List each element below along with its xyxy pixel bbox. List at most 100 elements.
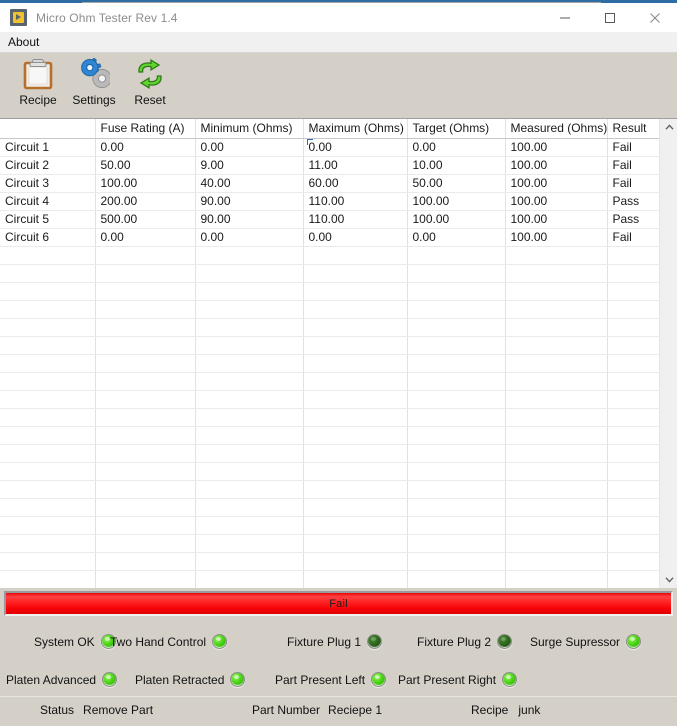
cell-maximum-empty[interactable] xyxy=(303,462,408,481)
cell-circuit[interactable]: Circuit 1 xyxy=(0,138,96,157)
cell-target-empty[interactable] xyxy=(407,336,506,355)
cell-maximum-empty[interactable] xyxy=(303,246,408,265)
cell-maximum-empty[interactable] xyxy=(303,552,408,571)
cell-minimum-empty[interactable] xyxy=(195,318,304,337)
cell-result[interactable]: Fail xyxy=(607,156,659,175)
cell-circuit-empty[interactable] xyxy=(0,444,96,463)
cell-minimum-empty[interactable] xyxy=(195,336,304,355)
cell-fuse-rating[interactable]: 50.00 xyxy=(95,156,196,175)
results-table-scroll-area[interactable]: Fuse Rating (A) Minimum (Ohms) Maximum (… xyxy=(0,119,659,588)
cell-maximum[interactable]: 110.00 xyxy=(303,210,408,229)
cell-result-empty[interactable] xyxy=(607,444,659,463)
cell-result-empty[interactable] xyxy=(607,264,659,283)
cell-maximum-empty[interactable] xyxy=(303,264,408,283)
cell-maximum-empty[interactable] xyxy=(303,498,408,517)
cell-target-empty[interactable] xyxy=(407,462,506,481)
cell-result[interactable]: Pass xyxy=(607,210,659,229)
cell-target-empty[interactable] xyxy=(407,372,506,391)
cell-minimum[interactable]: 40.00 xyxy=(195,174,304,193)
cell-result[interactable]: Fail xyxy=(607,174,659,193)
table-row[interactable]: Circuit 1 0.00 0.00 0.00 0.00 100.00 Fail xyxy=(0,138,659,157)
cell-result-empty[interactable] xyxy=(607,318,659,337)
column-header-measured[interactable]: Measured (Ohms) xyxy=(505,119,608,139)
toolbar-button-recipe[interactable]: Recipe xyxy=(10,53,66,113)
cell-measured-empty[interactable] xyxy=(505,372,608,391)
cell-result-empty[interactable] xyxy=(607,282,659,301)
cell-result-empty[interactable] xyxy=(607,570,659,588)
cell-result-empty[interactable] xyxy=(607,336,659,355)
cell-result[interactable]: Fail xyxy=(607,138,659,157)
cell-minimum[interactable]: 90.00 xyxy=(195,210,304,229)
cell-target-empty[interactable] xyxy=(407,390,506,409)
cell-fuse-rating-empty[interactable] xyxy=(95,534,196,553)
scrollbar-track[interactable] xyxy=(660,136,677,571)
cell-measured-empty[interactable] xyxy=(505,570,608,588)
maximize-button[interactable] xyxy=(587,3,632,32)
cell-maximum-empty[interactable] xyxy=(303,480,408,499)
cell-circuit-empty[interactable] xyxy=(0,534,96,553)
cell-measured-empty[interactable] xyxy=(505,534,608,553)
cell-target-empty[interactable] xyxy=(407,498,506,517)
cell-target-empty[interactable] xyxy=(407,534,506,553)
chevron-down-icon[interactable] xyxy=(660,571,677,588)
cell-measured-empty[interactable] xyxy=(505,336,608,355)
cell-circuit-empty[interactable] xyxy=(0,318,96,337)
cell-maximum-empty[interactable] xyxy=(303,318,408,337)
table-row-empty[interactable] xyxy=(0,372,659,391)
cell-result[interactable]: Pass xyxy=(607,192,659,211)
cell-measured-empty[interactable] xyxy=(505,480,608,499)
cell-measured-empty[interactable] xyxy=(505,264,608,283)
cell-measured-empty[interactable] xyxy=(505,516,608,535)
cell-target-empty[interactable] xyxy=(407,264,506,283)
chevron-up-icon[interactable] xyxy=(660,119,677,136)
cell-fuse-rating-empty[interactable] xyxy=(95,318,196,337)
cell-circuit-empty[interactable] xyxy=(0,390,96,409)
cell-maximum[interactable]: 60.00 xyxy=(303,174,408,193)
table-row[interactable]: Circuit 6 0.00 0.00 0.00 0.00 100.00 Fail xyxy=(0,228,659,247)
cell-measured-empty[interactable] xyxy=(505,444,608,463)
cell-circuit[interactable]: Circuit 4 xyxy=(0,192,96,211)
cell-minimum-empty[interactable] xyxy=(195,264,304,283)
cell-measured-empty[interactable] xyxy=(505,462,608,481)
table-row[interactable]: Circuit 5 500.00 90.00 110.00 100.00 100.00 Pa… xyxy=(0,210,659,229)
cell-maximum-empty[interactable] xyxy=(303,390,408,409)
cell-target-empty[interactable] xyxy=(407,516,506,535)
cell-minimum-empty[interactable] xyxy=(195,498,304,517)
close-button[interactable] xyxy=(632,3,677,32)
table-row-empty[interactable] xyxy=(0,480,659,499)
cell-fuse-rating-empty[interactable] xyxy=(95,462,196,481)
table-row-empty[interactable] xyxy=(0,444,659,463)
cell-minimum-empty[interactable] xyxy=(195,246,304,265)
cell-result-empty[interactable] xyxy=(607,390,659,409)
cell-target[interactable]: 0.00 xyxy=(407,228,506,247)
cell-fuse-rating[interactable]: 100.00 xyxy=(95,174,196,193)
cell-measured[interactable]: 100.00 xyxy=(505,174,608,193)
cell-fuse-rating-empty[interactable] xyxy=(95,426,196,445)
cell-minimum-empty[interactable] xyxy=(195,480,304,499)
table-row-empty[interactable] xyxy=(0,498,659,517)
cell-measured-empty[interactable] xyxy=(505,390,608,409)
cell-result-empty[interactable] xyxy=(607,498,659,517)
cell-result-empty[interactable] xyxy=(607,516,659,535)
cell-target[interactable]: 50.00 xyxy=(407,174,506,193)
cell-minimum-empty[interactable] xyxy=(195,534,304,553)
cell-result-empty[interactable] xyxy=(607,354,659,373)
column-header-result[interactable]: Result xyxy=(607,119,659,139)
table-row-empty[interactable] xyxy=(0,534,659,553)
table-row-empty[interactable] xyxy=(0,516,659,535)
cell-measured[interactable]: 100.00 xyxy=(505,192,608,211)
cell-measured[interactable]: 100.00 xyxy=(505,138,608,157)
cell-fuse-rating-empty[interactable] xyxy=(95,570,196,588)
cell-minimum-empty[interactable] xyxy=(195,570,304,588)
toolbar-button-reset[interactable]: Reset xyxy=(122,53,178,113)
cell-measured[interactable]: 100.00 xyxy=(505,228,608,247)
cell-minimum-empty[interactable] xyxy=(195,408,304,427)
cell-minimum-empty[interactable] xyxy=(195,354,304,373)
table-row-empty[interactable] xyxy=(0,390,659,409)
cell-fuse-rating-empty[interactable] xyxy=(95,516,196,535)
table-row-empty[interactable] xyxy=(0,462,659,481)
minimize-button[interactable] xyxy=(542,3,587,32)
cell-minimum-empty[interactable] xyxy=(195,426,304,445)
cell-minimum-empty[interactable] xyxy=(195,444,304,463)
cell-maximum-empty[interactable] xyxy=(303,282,408,301)
